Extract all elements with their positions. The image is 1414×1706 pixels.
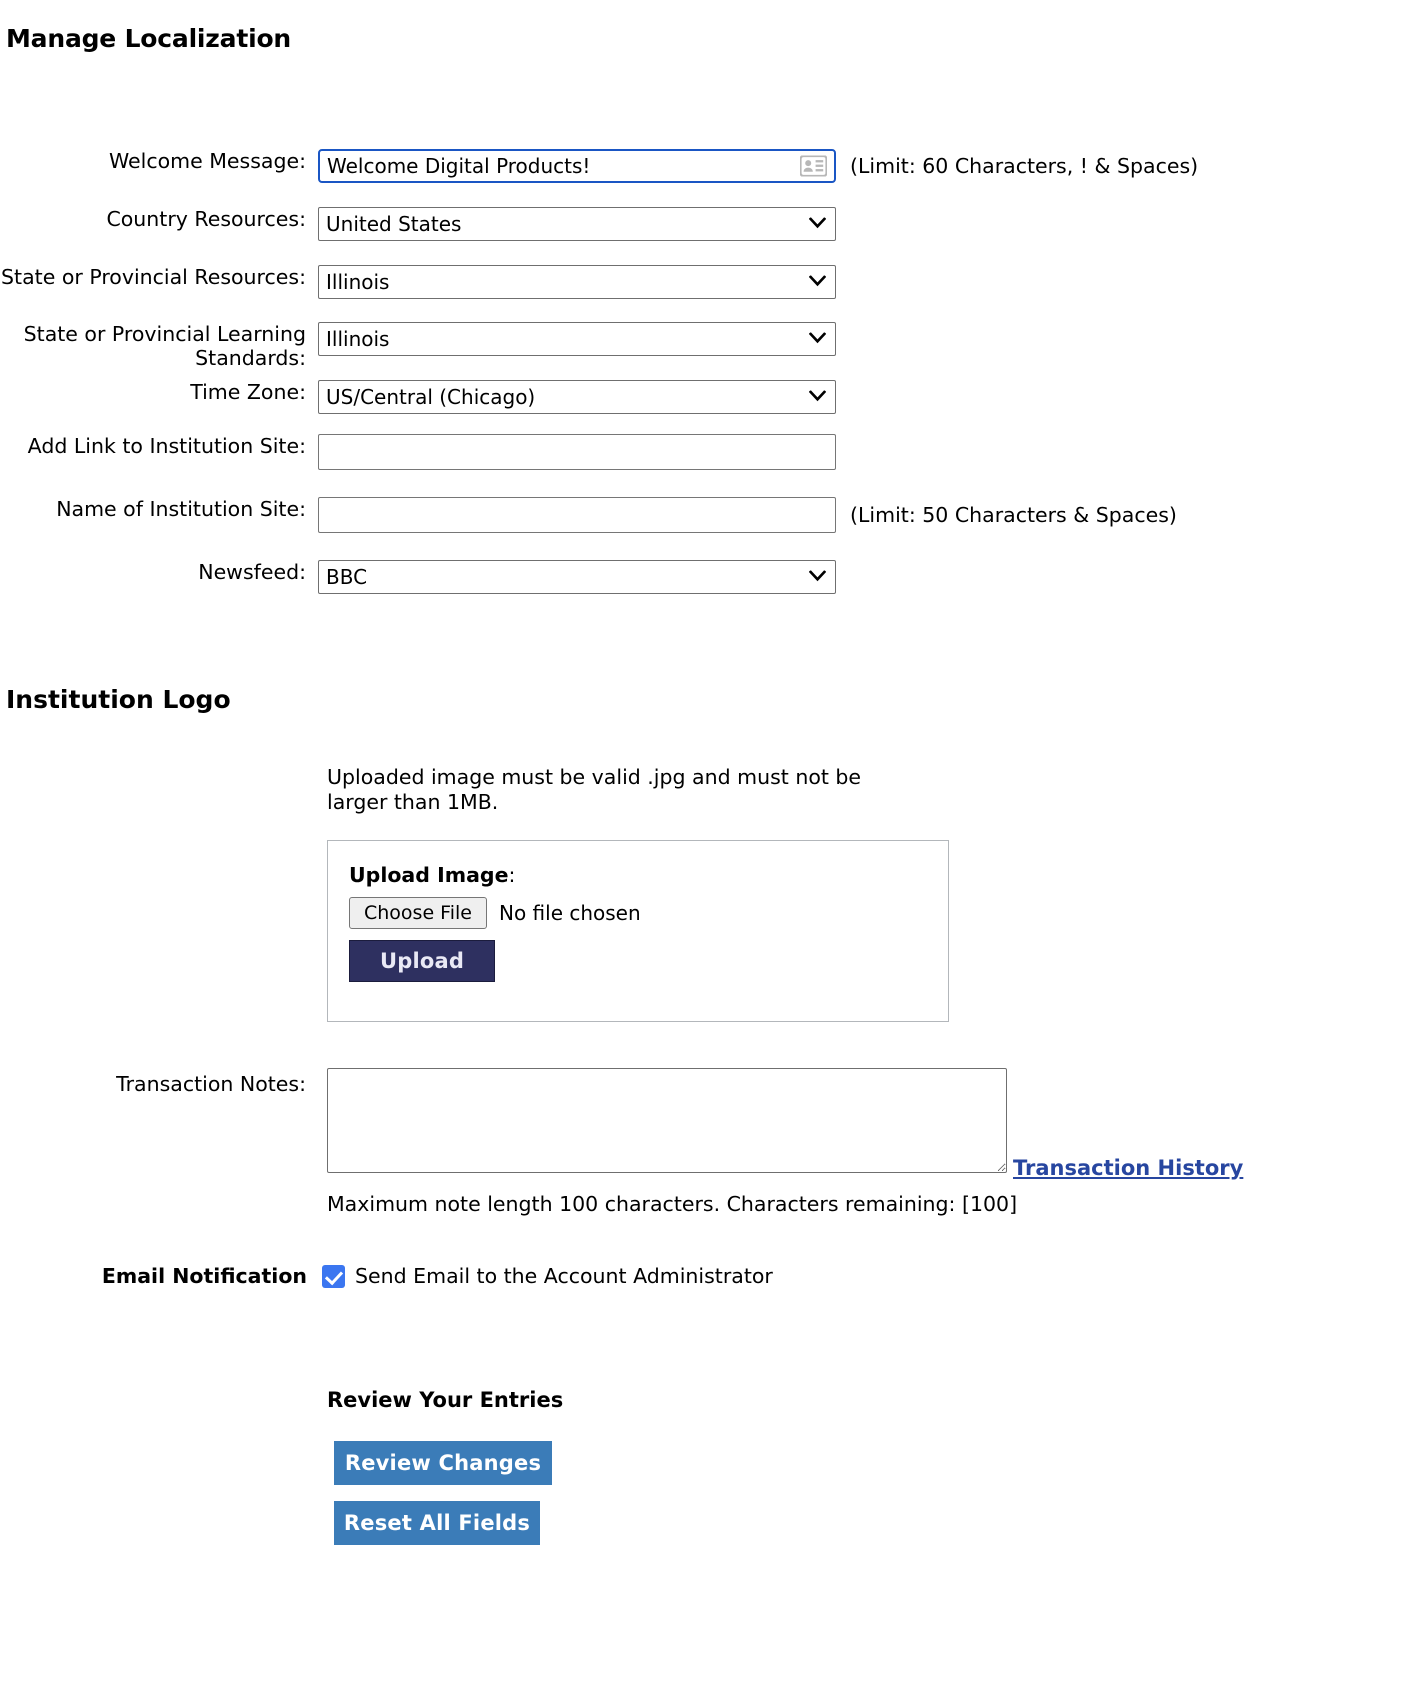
- institution-link-input[interactable]: [318, 434, 836, 470]
- institution-logo-heading: Institution Logo: [6, 685, 231, 714]
- send-email-checkbox[interactable]: [322, 1264, 345, 1288]
- country-resources-select[interactable]: United States: [318, 207, 836, 241]
- upload-requirements-note: Uploaded image must be valid .jpg and mu…: [327, 765, 862, 814]
- upload-image-title: Upload Image:: [349, 863, 948, 887]
- welcome-message-label: Welcome Message:: [108, 149, 306, 173]
- upload-image-title-colon: :: [508, 863, 516, 887]
- institution-link-label: Add Link to Institution Site:: [27, 434, 306, 458]
- institution-name-hint: (Limit: 50 Characters & Spaces): [850, 503, 1177, 527]
- state-learning-standards-select-wrap: Illinois: [318, 322, 836, 356]
- send-email-checkbox-label: Send Email to the Account Administrator: [355, 1264, 773, 1288]
- page-title: Manage Localization: [6, 24, 292, 53]
- upload-button[interactable]: Upload: [349, 940, 496, 982]
- welcome-message-input[interactable]: [318, 149, 836, 183]
- welcome-message-hint: (Limit: 60 Characters, ! & Spaces): [850, 154, 1199, 178]
- field-row-institution-name: Name of Institution Site: (Limit: 50 Cha…: [0, 497, 1177, 533]
- state-resources-select-wrap: Illinois: [318, 265, 836, 299]
- email-notification-label: Email Notification: [101, 1264, 307, 1288]
- field-row-welcome-message: Welcome Message: (Limit: 60 Characters, …: [0, 149, 1198, 183]
- upload-image-panel: Upload Image: Choose File No file chosen…: [327, 840, 949, 1022]
- choose-file-button[interactable]: Choose File: [349, 897, 487, 929]
- newsfeed-select[interactable]: BBC: [318, 560, 836, 594]
- email-notification-row: Send Email to the Account Administrator: [322, 1264, 773, 1288]
- field-row-newsfeed: Newsfeed: BBC: [0, 560, 836, 594]
- field-row-time-zone: Time Zone: US/Central (Chicago): [0, 380, 836, 414]
- state-resources-label: State or Provincial Resources:: [1, 265, 306, 289]
- institution-name-input[interactable]: [318, 497, 836, 533]
- field-row-state-learning-standards: State or Provincial Learning Standards: …: [0, 322, 836, 370]
- upload-image-title-text: Upload Image: [349, 863, 509, 887]
- welcome-message-input-wrap: [318, 149, 836, 183]
- country-resources-label: Country Resources:: [106, 207, 306, 231]
- no-file-chosen-text: No file chosen: [498, 901, 641, 925]
- institution-name-label: Name of Institution Site:: [56, 497, 306, 521]
- field-row-country-resources: Country Resources: United States: [0, 207, 836, 241]
- newsfeed-label: Newsfeed:: [198, 560, 306, 584]
- review-entries-heading: Review Your Entries: [327, 1388, 564, 1412]
- file-picker-row: Choose File No file chosen: [349, 897, 948, 929]
- state-learning-standards-label: State or Provincial Learning Standards:: [23, 322, 306, 370]
- state-resources-select[interactable]: Illinois: [318, 265, 836, 299]
- country-resources-select-wrap: United States: [318, 207, 836, 241]
- transaction-notes-limit-text: Maximum note length 100 characters. Char…: [327, 1192, 1018, 1216]
- time-zone-label: Time Zone:: [190, 380, 306, 404]
- contact-card-icon[interactable]: [799, 154, 828, 178]
- field-row-institution-link: Add Link to Institution Site:: [0, 434, 836, 470]
- transaction-history-link[interactable]: Transaction History: [1013, 1156, 1243, 1180]
- transaction-notes-label: Transaction Notes:: [116, 1072, 306, 1096]
- state-learning-standards-select[interactable]: Illinois: [318, 322, 836, 356]
- time-zone-select[interactable]: US/Central (Chicago): [318, 380, 836, 414]
- reset-all-fields-button[interactable]: Reset All Fields: [334, 1501, 540, 1545]
- field-row-state-resources: State or Provincial Resources: Illinois: [0, 265, 836, 299]
- time-zone-select-wrap: US/Central (Chicago): [318, 380, 836, 414]
- newsfeed-select-wrap: BBC: [318, 560, 836, 594]
- review-changes-button[interactable]: Review Changes: [334, 1441, 552, 1485]
- transaction-notes-textarea[interactable]: [327, 1068, 1007, 1173]
